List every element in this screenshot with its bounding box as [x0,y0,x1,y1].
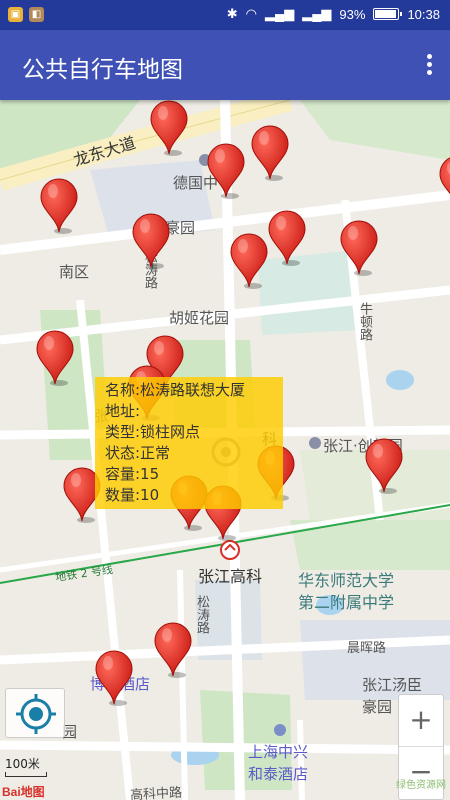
zoom-out-button[interactable]: − [399,747,443,799]
bike-station-marker[interactable] [229,233,269,289]
map-view[interactable]: 龙东大道 德国中 豪园 南区 松涛路 胡姬花园 牛顿路 张江·创新园 科 张 张… [0,100,450,800]
poi-label: 和泰酒店 [248,765,309,783]
page-title: 公共自行车地图 [22,57,183,83]
wifi-icon: ◠ [245,6,257,21]
bike-station-marker[interactable] [339,220,379,276]
bike-station-marker[interactable] [39,178,79,234]
school-label: 华东师范大学 [298,571,395,590]
bike-station-marker[interactable] [94,650,134,706]
poi-label: 胡姬花园 [169,309,230,327]
signal-icon: ▂▄▆ [302,6,332,21]
zoom-in-button[interactable]: + [399,695,443,747]
more-vert-icon [426,54,432,59]
baidu-map-logo: Bai地图 [2,785,45,799]
road-label: 高科中路 [129,785,183,800]
watermark: 绿色资源网 [396,780,446,791]
school-label: 第二附属中学 [298,593,395,612]
clock: 10:38 [407,6,440,22]
area-label: 南区 [59,263,90,281]
station-info-window[interactable]: 名称:松涛路联想大厦 地址: 类型:锁柱网点 状态:正常 容量:15 数量:10 [95,377,283,509]
bike-station-marker[interactable] [250,125,290,181]
bike-station-marker[interactable] [149,100,189,156]
road-label: 松涛路 [194,595,209,634]
bike-station-marker[interactable] [131,213,171,269]
status-bar: ▣ ◧ ✱ ◠ ▂▄▆ ▂▄▆ 93% 10:38 [0,0,450,30]
bike-station-marker[interactable] [267,210,307,266]
app-icon: ◧ [29,7,44,22]
bike-station-marker[interactable] [35,330,75,386]
scale-label: 100米 [5,757,40,771]
bike-station-marker[interactable] [153,622,193,678]
station-address: 地址: [105,402,141,420]
bike-station-marker[interactable] [438,155,450,211]
notification-icon: ▣ [8,7,23,22]
signal-icon: ▂▄▆ [264,6,295,21]
battery-percent: 93% [339,6,366,22]
bike-station-marker[interactable] [364,438,404,494]
poi-label: 张江汤臣 [362,676,423,694]
locate-button[interactable] [5,688,65,738]
scale-bar [5,772,47,777]
station-label: 张江高科 [198,567,263,586]
road-label: 晨晖路 [347,641,387,656]
station-count: 数量:10 [105,486,160,504]
station-type: 类型:锁柱网点 [105,423,201,441]
poi-label: 豪园 [362,698,393,716]
bike-station-marker[interactable] [206,143,246,199]
poi-label: 上海中兴 [248,743,309,761]
bluetooth-icon: ✱ [226,6,238,21]
station-name: 名称:松涛路联想大厦 [105,381,246,399]
overflow-menu-button[interactable] [422,52,436,80]
station-status: 状态:正常 [105,444,171,462]
battery-icon [373,8,403,20]
app-bar: 公共自行车地图 [0,30,450,100]
road-label: 牛顿路 [357,302,372,341]
my-location-icon [16,694,56,734]
station-capacity: 容量:15 [105,465,160,483]
